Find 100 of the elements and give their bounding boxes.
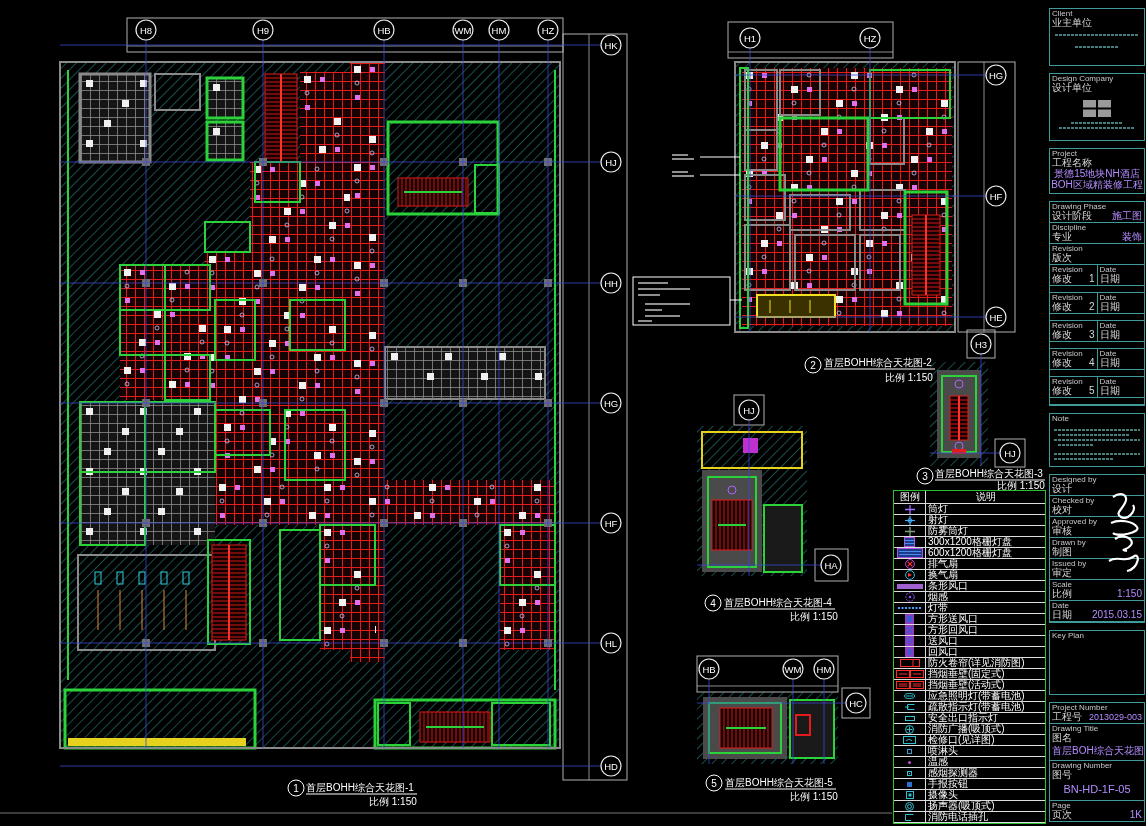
grid-axis-label: HH xyxy=(600,272,622,294)
field-label: 日期 xyxy=(1099,386,1120,396)
field-label: Scale xyxy=(1052,581,1073,589)
revision-number: 1 xyxy=(1088,274,1095,284)
field-label: Date xyxy=(1099,350,1117,358)
date-value: 2015.03.15 xyxy=(1091,610,1142,620)
plan-title: 首层BOHH综合天花图-2 xyxy=(824,357,932,368)
legend-description: 筒灯 xyxy=(926,504,1045,515)
field-label: Designed by xyxy=(1052,476,1098,484)
legend-description: 换气扇 xyxy=(926,570,1045,581)
bracket-icon xyxy=(904,704,915,710)
legend-description: 条形风口 xyxy=(926,581,1045,592)
dimension-frame xyxy=(814,548,849,582)
field-label: 日期 xyxy=(1052,610,1072,620)
grid-axis-label: HB xyxy=(373,19,395,41)
scale-label: 比例 1:150 xyxy=(790,791,838,802)
plan-number-marker: 1 xyxy=(287,779,305,797)
revision-number: 5 xyxy=(1088,386,1095,396)
project-name: 景德15地块NH酒店 xyxy=(1053,168,1141,179)
oval-icon xyxy=(904,693,915,699)
field-label: Revision xyxy=(1052,350,1084,358)
logo-icon xyxy=(1083,100,1111,117)
field-label: 修改 xyxy=(1052,330,1072,340)
field-label: 设计阶段 xyxy=(1052,211,1092,221)
legend-description: 送风口 xyxy=(926,636,1045,647)
ring-icon xyxy=(905,801,914,811)
field-label: 专业 xyxy=(1052,232,1072,242)
circle-cross-icon xyxy=(905,724,914,734)
revision-number: 4 xyxy=(1088,358,1095,368)
grid-axis-label: HG xyxy=(600,392,622,414)
field-label: 版次 xyxy=(1052,253,1072,263)
field-label: 设计 xyxy=(1052,484,1072,494)
square-icon xyxy=(905,791,914,799)
field-label: Client xyxy=(1052,10,1074,18)
grid-axis-label: WM xyxy=(782,658,804,680)
scale-label: 比例 1:150 xyxy=(997,480,1045,491)
field-label: Design Company xyxy=(1052,75,1115,83)
plan-title: 首层BOHH综合天花图-1 xyxy=(306,782,414,793)
legend-description: 300x1200格栅灯盘 xyxy=(926,537,1045,548)
annotation-drawing xyxy=(671,154,741,177)
grid-axis-label: HZ xyxy=(537,19,559,41)
grid-axis-label: HB xyxy=(698,658,720,680)
legend-description: 回风口 xyxy=(926,647,1045,658)
circle-x-icon xyxy=(904,559,915,569)
field-label: 工程号 xyxy=(1052,712,1082,722)
field-label: 业主单位 xyxy=(1052,18,1092,28)
grid-axis-label: HC xyxy=(845,692,867,714)
legend-description: 疏散指示灯(带蓄电池) xyxy=(926,702,1045,713)
field-label: Revision xyxy=(1052,322,1084,330)
legend-description: 烟感 xyxy=(926,592,1045,603)
legend-description: 检修口(见详图) xyxy=(926,735,1045,746)
rectangle-icon xyxy=(903,736,916,744)
field-label: 设计单位 xyxy=(1052,83,1092,93)
field-label: Revision xyxy=(1052,245,1084,253)
cross-circle-icon xyxy=(904,515,915,525)
grid-axis-label: HF xyxy=(600,512,622,534)
project-number: 2013029-003 xyxy=(1088,712,1142,722)
grid-axis-label: HG xyxy=(985,64,1007,86)
field-label: 日期 xyxy=(1099,302,1120,312)
field-label: Project Number xyxy=(1052,704,1109,712)
legend-description: 方形回风口 xyxy=(926,625,1045,636)
split-rectangle-icon xyxy=(899,659,920,667)
field-value: 装饰 xyxy=(1122,232,1142,242)
field-label: 图号 xyxy=(1052,770,1072,780)
field-label: 校对 xyxy=(1052,505,1072,515)
grid-axis-label: WM xyxy=(452,19,474,41)
legend-description: 扬声器(吸顶式) xyxy=(926,801,1045,812)
grid-axis-label: HM xyxy=(488,19,510,41)
grid-axis-label: HE xyxy=(985,306,1007,328)
field-label: 制图 xyxy=(1052,547,1072,557)
grid-axis-label: H9 xyxy=(252,19,274,41)
field-label: 修改 xyxy=(1052,386,1072,396)
grid-axis-label: HL xyxy=(600,632,622,654)
field-label: Date xyxy=(1099,294,1117,302)
legend-description: 方形送风口 xyxy=(926,614,1045,625)
plan-title: 首层BOHH综合天花图-3 xyxy=(935,468,1043,479)
field-label: 修改 xyxy=(1052,302,1072,312)
legend-description: 应急照明灯(带蓄电池) xyxy=(926,691,1045,702)
grid-axis-label: HF xyxy=(985,185,1007,207)
revision-number: 3 xyxy=(1088,330,1095,340)
grid-axis-label: HA xyxy=(820,554,842,576)
legend-description: 射灯 xyxy=(926,515,1045,526)
column-header: 图例 xyxy=(894,491,926,504)
field-label: Drawn by xyxy=(1052,539,1087,547)
field-label: Drawing Number xyxy=(1052,762,1114,770)
field-label: Key Plan xyxy=(1052,632,1086,640)
drawing-number: BN-HD-1F-05 xyxy=(1062,783,1132,796)
field-label: 审定 xyxy=(1052,568,1072,578)
column-header: 说明 xyxy=(926,491,1045,504)
project-name: BOH区域精装修工程 xyxy=(1050,179,1144,190)
field-label: 页次 xyxy=(1052,810,1072,820)
framed-square-icon xyxy=(905,647,914,657)
field-label: Revision xyxy=(1052,294,1084,302)
bracket-icon xyxy=(905,813,914,821)
scale-label: 比例 1:150 xyxy=(369,796,417,807)
scale-label: 比例 1:150 xyxy=(885,372,933,383)
legend-description: 手报按钮 xyxy=(926,779,1045,790)
legend-description: 灯带 xyxy=(926,603,1045,614)
field-label: Issued by xyxy=(1052,560,1088,568)
legend-description: 安全出口指示灯 xyxy=(926,713,1045,724)
